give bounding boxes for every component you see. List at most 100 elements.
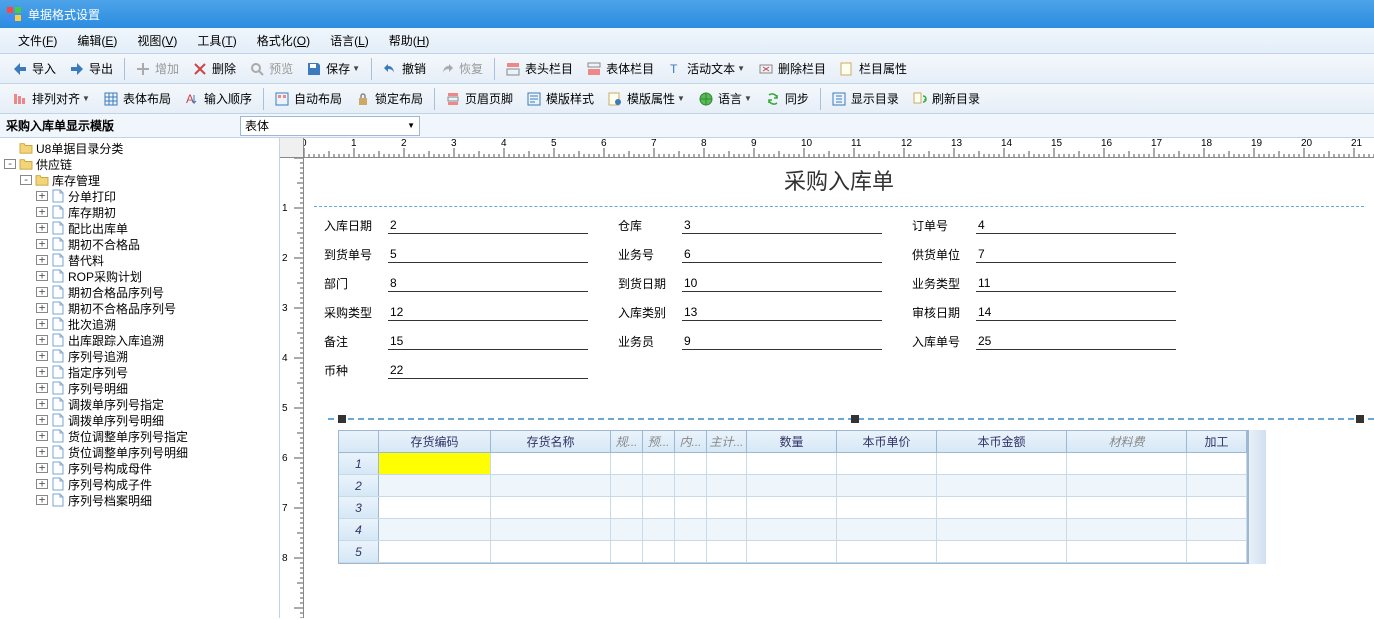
expand-icon[interactable]: + <box>36 191 48 201</box>
tree-inventory[interactable]: -库存管理 <box>0 172 279 188</box>
tree-item-11[interactable]: +指定序列号 <box>0 364 279 380</box>
add-button[interactable]: 增加 <box>129 57 185 81</box>
delete-button[interactable]: 删除 <box>186 57 242 81</box>
field-value[interactable]: 11 <box>976 276 1176 292</box>
grid-header-cell[interactable] <box>339 431 379 452</box>
import-button[interactable]: 导入 <box>6 57 62 81</box>
grid-header-cell[interactable]: 材料费 <box>1067 431 1187 452</box>
menu-h[interactable]: 帮助(H) <box>379 29 440 52</box>
grid-cell[interactable] <box>491 453 611 474</box>
grid-header-cell[interactable]: 本币单价 <box>837 431 937 452</box>
grid-cell[interactable] <box>1067 453 1187 474</box>
tree-item-0[interactable]: +分单打印 <box>0 188 279 204</box>
form-field[interactable]: 业务类型11 <box>912 275 1176 292</box>
grid-cell[interactable] <box>1067 475 1187 496</box>
resize-handle[interactable] <box>1356 415 1364 423</box>
form-field[interactable]: 到货日期10 <box>618 275 882 292</box>
template-style-button[interactable]: 模版样式 <box>520 87 600 111</box>
grid-cell[interactable] <box>643 519 675 540</box>
grid-cell[interactable] <box>937 497 1067 518</box>
grid-cell[interactable] <box>1187 541 1247 562</box>
body-field-button[interactable]: 表体栏目 <box>580 57 660 81</box>
grid-cell[interactable] <box>707 541 747 562</box>
expand-icon[interactable]: + <box>36 495 48 505</box>
tree-item-6[interactable]: +期初合格品序列号 <box>0 284 279 300</box>
undo-button[interactable]: 撤销 <box>376 57 432 81</box>
tree-item-14[interactable]: +调拨单序列号明细 <box>0 412 279 428</box>
template-prop-button[interactable]: 模版属性▼ <box>601 87 691 111</box>
tree-item-8[interactable]: +批次追溯 <box>0 316 279 332</box>
field-value[interactable]: 10 <box>682 276 882 292</box>
expand-icon[interactable]: + <box>36 351 48 361</box>
tree-item-17[interactable]: +序列号构成母件 <box>0 460 279 476</box>
expand-icon[interactable]: + <box>36 255 48 265</box>
expand-icon[interactable]: + <box>36 223 48 233</box>
tree-item-4[interactable]: +替代料 <box>0 252 279 268</box>
field-value[interactable]: 5 <box>388 247 588 263</box>
grid-row[interactable]: 3 <box>339 497 1247 519</box>
grid-cell[interactable] <box>1067 519 1187 540</box>
form-field[interactable]: 到货单号5 <box>324 246 588 263</box>
grid-cell[interactable] <box>675 497 707 518</box>
grid-cell[interactable] <box>747 497 837 518</box>
delete-field-button[interactable]: 删除栏目 <box>752 57 832 81</box>
grid-cell[interactable] <box>937 453 1067 474</box>
tree-supply-chain[interactable]: -供应链 <box>0 156 279 172</box>
auto-layout-button[interactable]: 自动布局 <box>268 87 348 111</box>
grid-header-cell[interactable]: 存货名称 <box>491 431 611 452</box>
tree-item-10[interactable]: +序列号追溯 <box>0 348 279 364</box>
grid-cell[interactable] <box>379 497 491 518</box>
expand-icon[interactable]: + <box>36 447 48 457</box>
grid-cell[interactable] <box>643 497 675 518</box>
field-value[interactable]: 14 <box>976 305 1176 321</box>
language-button[interactable]: 语言▼ <box>692 87 758 111</box>
grid-header-cell[interactable]: 预... <box>643 431 675 452</box>
input-order-button[interactable]: A输入顺序 <box>178 87 258 111</box>
grid-cell[interactable] <box>707 453 747 474</box>
resize-handle[interactable] <box>851 415 859 423</box>
grid-cell[interactable] <box>491 475 611 496</box>
expand-icon[interactable]: + <box>36 383 48 393</box>
save-button[interactable]: 保存▼ <box>300 57 366 81</box>
field-value[interactable]: 25 <box>976 334 1176 350</box>
grid-cell[interactable] <box>675 453 707 474</box>
grid-cell[interactable] <box>611 453 643 474</box>
grid-cell[interactable] <box>937 475 1067 496</box>
grid-header-cell[interactable]: 内... <box>675 431 707 452</box>
expand-icon[interactable]: + <box>36 319 48 329</box>
grid-cell[interactable] <box>491 497 611 518</box>
form-field[interactable]: 仓库3 <box>618 217 882 234</box>
expand-icon[interactable]: + <box>36 367 48 377</box>
menu-e[interactable]: 编辑(E) <box>67 29 127 52</box>
expand-icon[interactable]: + <box>36 287 48 297</box>
grid-cell[interactable] <box>837 541 937 562</box>
form-field[interactable]: 业务号6 <box>618 246 882 263</box>
grid-cell[interactable] <box>491 541 611 562</box>
grid-cell[interactable] <box>1187 475 1247 496</box>
field-prop-button[interactable]: 栏目属性 <box>833 57 913 81</box>
grid-cell[interactable] <box>379 475 491 496</box>
form-field[interactable]: 备注15 <box>324 333 588 350</box>
field-value[interactable]: 6 <box>682 247 882 263</box>
grid-cell[interactable] <box>937 519 1067 540</box>
grid-cell[interactable] <box>747 541 837 562</box>
preview-button[interactable]: 预览 <box>243 57 299 81</box>
expand-icon[interactable]: + <box>36 431 48 441</box>
grid-cell[interactable] <box>707 519 747 540</box>
field-value[interactable]: 3 <box>682 218 882 234</box>
grid-cell[interactable] <box>491 519 611 540</box>
grid-scrollbar[interactable] <box>1248 430 1266 564</box>
grid-header-cell[interactable]: 数量 <box>747 431 837 452</box>
expand-icon[interactable]: + <box>36 463 48 473</box>
tree-item-18[interactable]: +序列号构成子件 <box>0 476 279 492</box>
expand-icon[interactable]: + <box>36 239 48 249</box>
grid-cell[interactable] <box>837 475 937 496</box>
grid-header-cell[interactable]: 本币金额 <box>937 431 1067 452</box>
field-value[interactable]: 12 <box>388 305 588 321</box>
grid-row[interactable]: 2 <box>339 475 1247 497</box>
grid-header-cell[interactable]: 主计... <box>707 431 747 452</box>
export-button[interactable]: 导出 <box>63 57 119 81</box>
redo-button[interactable]: 恢复 <box>433 57 489 81</box>
sync-button[interactable]: 同步 <box>759 87 815 111</box>
menu-v[interactable]: 视图(V) <box>127 29 187 52</box>
